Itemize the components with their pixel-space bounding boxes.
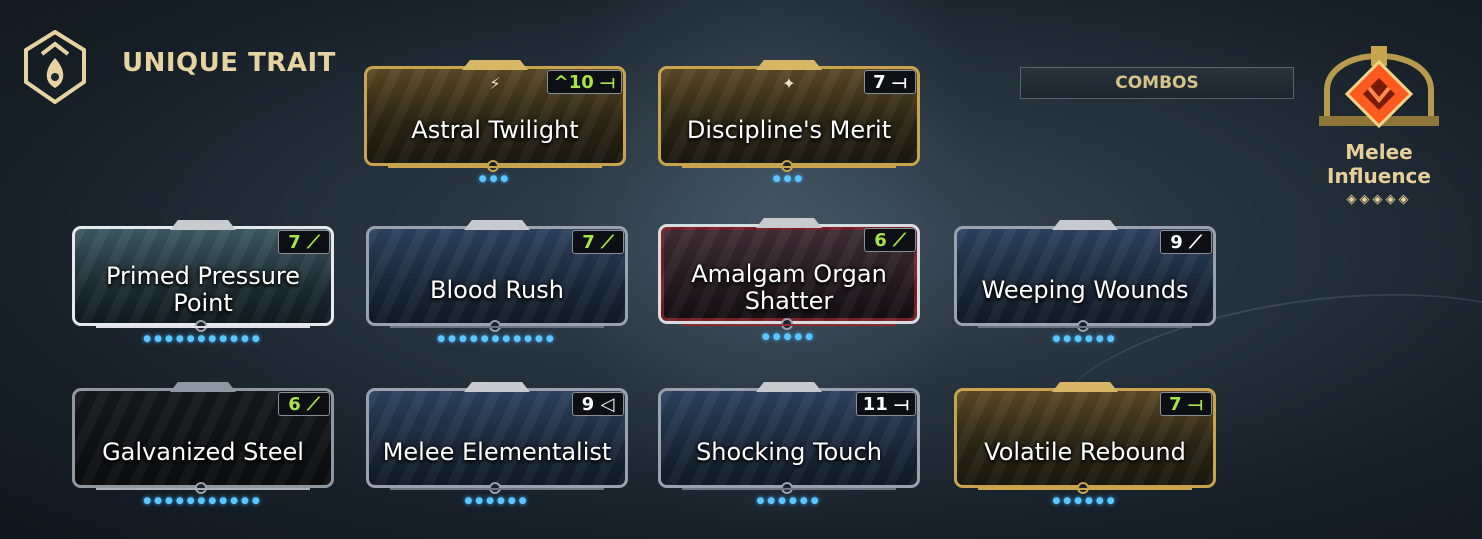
drain-badge: 9 ⟋ <box>1160 230 1212 254</box>
mod-name: Amalgam Organ Shatter <box>691 260 887 315</box>
mod-card-galvanized-steel[interactable]: 6 ⟋ Galvanized Steel ●●●●●●●●●●● <box>70 382 336 514</box>
mod-card-amalgam-organ-shatter[interactable]: 6 ⟋ Amalgam Organ Shatter ●●●●● <box>656 218 922 350</box>
mod-card-blood-rush[interactable]: 7 ⟋ Blood Rush ●●●●●●●●●●● <box>364 220 630 352</box>
rank-dots: ●●●●●● <box>756 496 822 506</box>
combos-button[interactable]: COMBOS <box>1020 67 1294 99</box>
rank-dots: ●●● <box>478 174 512 184</box>
unique-trait-icon <box>22 29 88 105</box>
drain-badge: 6 ⟋ <box>278 392 330 416</box>
rank-dots: ●●●●●● <box>1052 496 1118 506</box>
combos-label: COMBOS <box>1115 73 1199 93</box>
naramon-icon: ⟞ <box>600 71 615 93</box>
mod-name: Galvanized Steel <box>102 437 304 466</box>
mod-name: Blood Rush <box>430 275 564 304</box>
mod-card-volatile-rebound[interactable]: 7 ⟞ Volatile Rebound ●●●●●● <box>952 382 1218 514</box>
drain-badge: 7 ⟞ <box>864 70 916 94</box>
naramon-icon: ⟞ <box>1187 393 1203 415</box>
mod-card-disciplines-merit[interactable]: ✦ 7 ⟞ Discipline's Merit ●●● <box>656 60 922 192</box>
drain-badge: 9 ◁ <box>572 392 624 416</box>
rank-dots: ●●●●●●●●●●● <box>143 496 263 506</box>
madurai-icon: ⟋ <box>893 229 906 251</box>
rank-dots: ●●●●●● <box>1052 334 1118 344</box>
melee-influence-ranks: ◈◈◈◈◈ <box>1346 192 1412 207</box>
mod-name: Volatile Rebound <box>984 437 1186 466</box>
rank-dots: ●●● <box>772 174 806 184</box>
mod-name: Primed Pressure Point <box>105 262 301 317</box>
vazarin-icon: ◁ <box>600 393 615 415</box>
exilus-icon: ✦ <box>782 74 796 93</box>
mod-card-melee-elementalist[interactable]: 9 ◁ Melee Elementalist ●●●●●● <box>364 382 630 514</box>
exilus-icon: ⚡ <box>489 74 501 93</box>
rank-dots: ●●●●●● <box>464 496 530 506</box>
naramon-icon: ⟞ <box>891 71 907 93</box>
madurai-icon: ⟋ <box>1189 231 1202 253</box>
drain-badge: 7 ⟞ <box>1160 392 1212 416</box>
drain-badge: ^10 ⟞ <box>546 70 622 94</box>
madurai-icon: ⟋ <box>307 393 320 415</box>
drain-badge: 7 ⟋ <box>572 230 624 254</box>
mod-name: Shocking Touch <box>696 437 882 466</box>
mod-name: Discipline's Merit <box>686 115 892 144</box>
unique-trait-title: UNIQUE TRAIT <box>122 48 336 78</box>
rank-dots: ●●●●●●●●●●● <box>143 334 263 344</box>
mod-card-shocking-touch[interactable]: 11 ⟞ Shocking Touch ●●●●●● <box>656 382 922 514</box>
madurai-icon: ⟋ <box>601 231 614 253</box>
mod-card-primed-pressure-point[interactable]: 7 ⟋ Primed Pressure Point ●●●●●●●●●●● <box>70 220 336 352</box>
rank-dots: ●●●●●●●●●●● <box>437 334 557 344</box>
melee-influence-icon <box>1319 46 1439 129</box>
melee-influence-label: Melee Influence <box>1327 140 1431 188</box>
madurai-icon: ⟋ <box>307 231 320 253</box>
drain-badge: 11 ⟞ <box>855 392 916 416</box>
mod-card-astral-twilight[interactable]: ⚡ ^10 ⟞ Astral Twilight ●●● <box>362 60 628 192</box>
mod-card-weeping-wounds[interactable]: 9 ⟋ Weeping Wounds ●●●●●● <box>952 220 1218 352</box>
drain-badge: 6 ⟋ <box>864 228 916 252</box>
rank-dots: ●●●●● <box>761 332 817 342</box>
naramon-icon: ⟞ <box>894 393 909 415</box>
mod-name: Weeping Wounds <box>981 275 1189 304</box>
mod-name: Melee Elementalist <box>382 437 612 466</box>
mod-name: Astral Twilight <box>411 115 579 144</box>
drain-badge: 7 ⟋ <box>278 230 330 254</box>
melee-influence-arcane[interactable]: Melee Influence ◈◈◈◈◈ <box>1296 44 1462 207</box>
